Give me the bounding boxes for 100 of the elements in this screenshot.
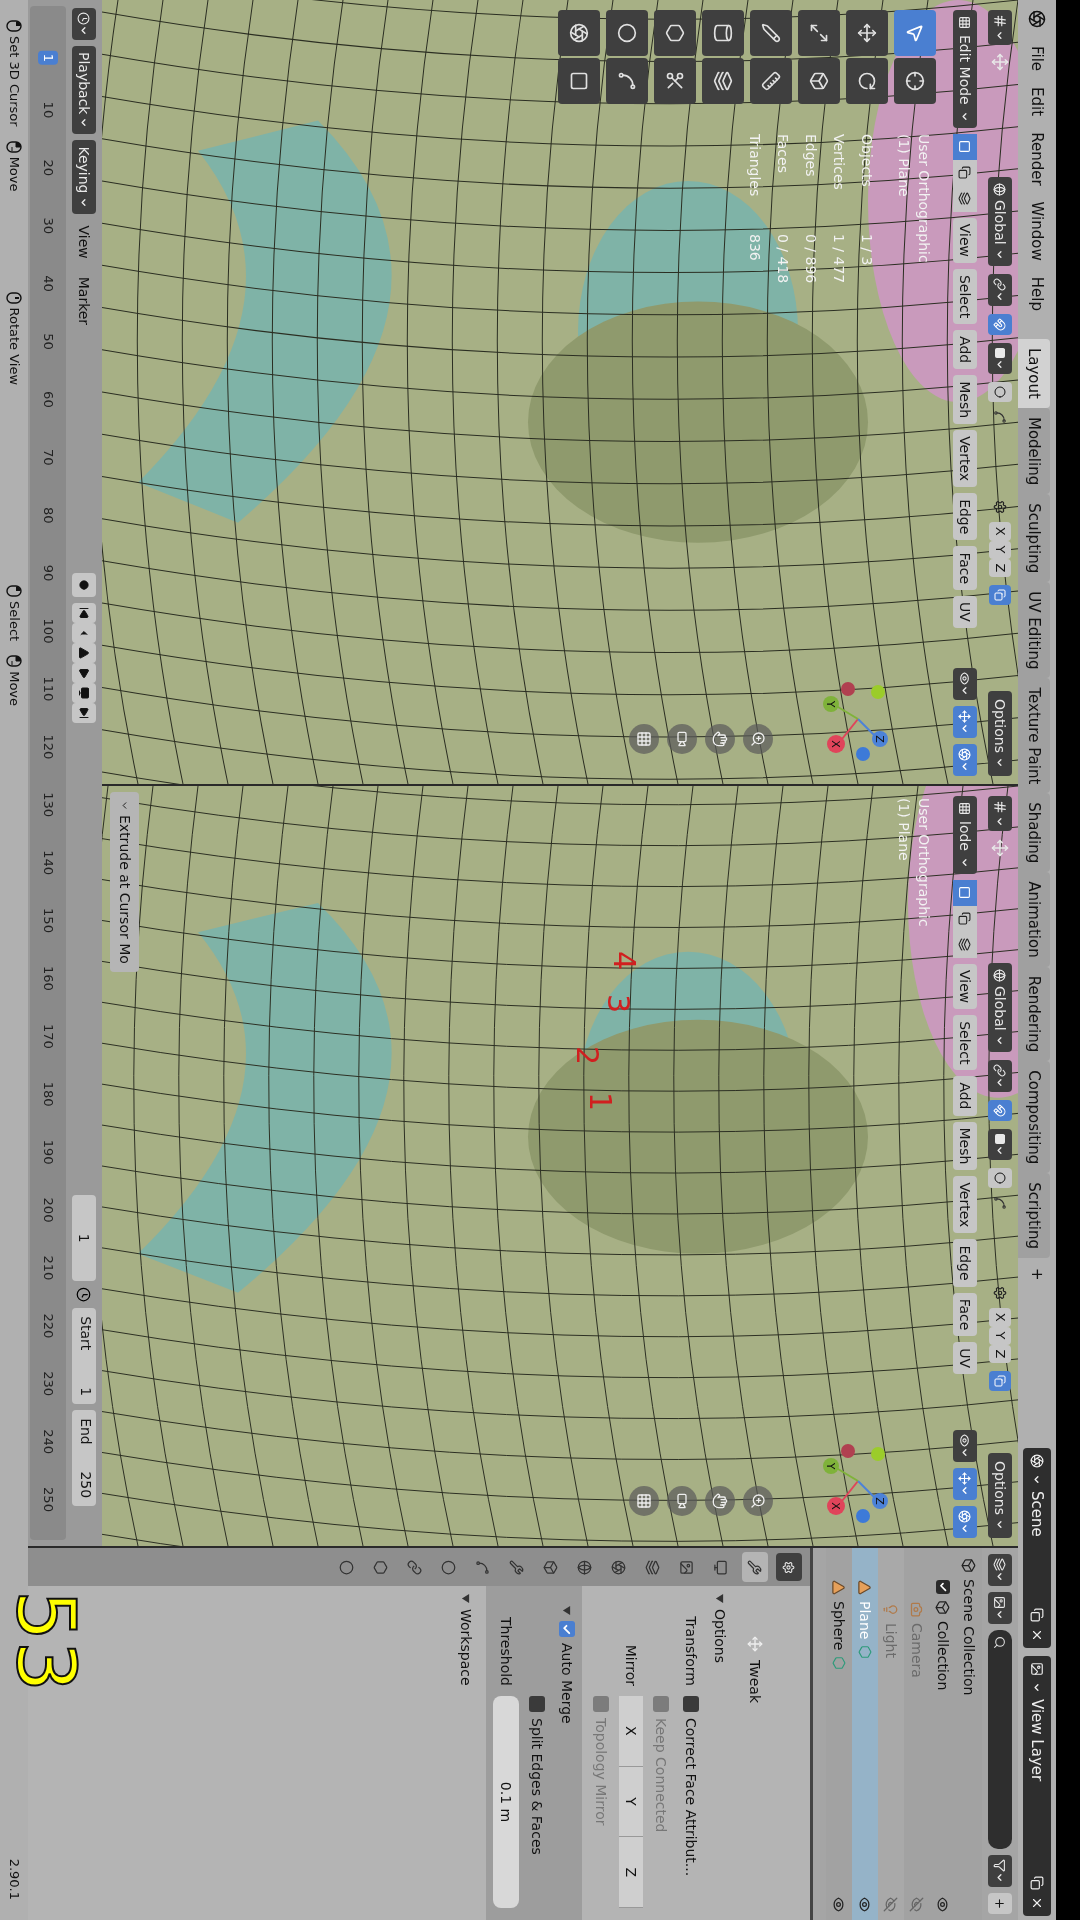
- end-frame-field[interactable]: End 250: [72, 1410, 96, 1507]
- workspace-tab[interactable]: Animation: [1018, 872, 1050, 967]
- header-menu[interactable]: Face: [953, 546, 977, 591]
- workspace-tab[interactable]: Compositing: [1018, 1061, 1050, 1174]
- timeline-menu[interactable]: Playback: [72, 46, 96, 135]
- annotation-number: 4: [609, 951, 639, 971]
- frame-ruler[interactable]: 1 10 20 30 40 50 60 70 80 90 100 110 120 130 140 150 160 170 180 190 200 210 220 230 240 250: [30, 6, 66, 1540]
- frame-number: 1: [38, 50, 58, 66]
- header-menu[interactable]: UV: [953, 596, 977, 628]
- start-frame-field[interactable]: Start 1: [72, 1308, 96, 1405]
- options-dropdown[interactable]: Options: [988, 690, 1012, 776]
- frame-number: 140: [40, 849, 57, 877]
- header-menu[interactable]: Select: [953, 268, 977, 325]
- current-frame-field[interactable]: 1: [72, 1195, 96, 1282]
- workspace-tab[interactable]: Sculpting: [1018, 494, 1050, 583]
- add-workspace-button[interactable]: +: [1025, 1258, 1049, 1291]
- mirror-axis-button[interactable]: Y: [619, 1766, 643, 1838]
- frame-number: 80: [40, 505, 57, 526]
- menu-item[interactable]: Edit: [1025, 79, 1049, 125]
- frame-number: 200: [40, 1196, 57, 1225]
- workspace-tab[interactable]: Texture Paint: [1018, 678, 1050, 794]
- frame-number: 230: [40, 1370, 57, 1399]
- frame-number: 50: [40, 332, 57, 352]
- orientation-dropdown[interactable]: Global: [988, 963, 1012, 1052]
- mirror-axis-button[interactable]: X: [619, 1696, 643, 1767]
- timeline-menu[interactable]: Keying: [72, 140, 96, 214]
- workspace-tab[interactable]: Modeling: [1018, 407, 1050, 495]
- axis-gizmo-drawing: X Y Z: [808, 1436, 908, 1526]
- mirror-axis-button[interactable]: Z: [619, 1837, 643, 1908]
- frame-number: 100: [40, 617, 57, 646]
- frame-number: 40: [40, 274, 57, 294]
- header-menu[interactable]: Mesh: [953, 1121, 977, 1171]
- header-menu[interactable]: Select: [953, 1015, 977, 1071]
- version-label: 2.90.1: [5, 1858, 23, 1900]
- mode-dropdown[interactable]: lode: [953, 796, 977, 874]
- mirror-axis-toggle[interactable]: Z: [989, 558, 1011, 578]
- workspace-tab[interactable]: UV Editing: [1018, 582, 1050, 679]
- header-menu[interactable]: Mesh: [953, 375, 977, 425]
- frame-number: 190: [40, 1138, 57, 1167]
- view-name-label: User Orthographic: [915, 134, 933, 265]
- status-hint: Rotate View: [5, 307, 23, 386]
- header-menu[interactable]: View: [953, 217, 977, 263]
- mode-dropdown[interactable]: Edit Mode: [953, 10, 977, 128]
- operator-panel[interactable]: Extrude at Cursor Mo: [110, 792, 139, 972]
- menu-item[interactable]: File: [1025, 38, 1049, 80]
- view-layer-selector[interactable]: View Layer: [1023, 1656, 1051, 1916]
- header-menu[interactable]: Edge: [953, 1239, 977, 1287]
- annotation-number: 1: [585, 1092, 615, 1112]
- annotation-number: 3: [603, 994, 633, 1014]
- frame-number: 240: [40, 1428, 57, 1456]
- active-object-label: (1) Plane: [895, 134, 913, 199]
- frame-number: 130: [40, 791, 57, 820]
- menu-item[interactable]: Render: [1025, 124, 1049, 194]
- workspace-tab[interactable]: Shading: [1018, 793, 1050, 873]
- frame-number: 210: [40, 1254, 57, 1283]
- menu-item[interactable]: Window: [1025, 193, 1049, 269]
- header-menu[interactable]: Vertex: [953, 1176, 977, 1234]
- header-menu[interactable]: Vertex: [953, 430, 977, 488]
- checkbox-label: Topology Mirror: [592, 1718, 611, 1826]
- group-label: Transform: [682, 1616, 701, 1686]
- scene-selector[interactable]: Scene: [1023, 1448, 1051, 1648]
- workspace-tab[interactable]: Layout: [1018, 338, 1050, 408]
- frame-number: 220: [40, 1312, 57, 1341]
- frame-number: 30: [40, 216, 57, 236]
- status-hint: Select: [5, 601, 23, 642]
- header-menu[interactable]: Add: [953, 1076, 977, 1116]
- header-menu[interactable]: Face: [953, 1292, 977, 1337]
- group-label: Mirror: [622, 1644, 641, 1686]
- section-title: Workspace: [457, 1609, 476, 1686]
- timeline-menu[interactable]: View: [72, 219, 96, 265]
- mirror-axis-toggle[interactable]: Y: [989, 540, 1011, 559]
- mirror-axis-toggle[interactable]: Y: [989, 1326, 1011, 1345]
- orientation-dropdown[interactable]: Global: [988, 177, 1012, 266]
- threshold-field[interactable]: 0.1 m: [493, 1696, 519, 1908]
- group-label: Threshold: [497, 1617, 516, 1686]
- workspace-tab[interactable]: Rendering: [1018, 966, 1050, 1062]
- mirror-axis-toggle[interactable]: Z: [989, 1344, 1011, 1364]
- stat-value: 836: [746, 234, 764, 261]
- checkbox-label: Keep Connected: [652, 1718, 671, 1833]
- subpanel-title: Auto Merge: [558, 1643, 577, 1724]
- status-hint: Move: [5, 156, 23, 192]
- outliner-item-label: Plane: [856, 1601, 875, 1640]
- menu-item[interactable]: Help: [1025, 268, 1049, 319]
- stat-value: 0 / 896: [802, 234, 820, 284]
- frame-number: 70: [40, 448, 57, 468]
- stat-value: 0 / 418: [774, 234, 792, 284]
- frame-number: 180: [40, 1080, 57, 1109]
- header-menu[interactable]: UV: [953, 1342, 977, 1375]
- timeline-menu[interactable]: Marker: [72, 270, 96, 332]
- frame-number: 10: [40, 100, 57, 121]
- stat-label: Edges: [802, 134, 820, 179]
- stat-label: Faces: [774, 134, 792, 175]
- header-menu[interactable]: View: [953, 963, 977, 1010]
- frame-number: 250: [40, 1486, 57, 1514]
- options-dropdown[interactable]: Options: [988, 1452, 1012, 1538]
- workspace-tab[interactable]: Scripting: [1018, 1173, 1050, 1259]
- stat-value: 1 / 477: [830, 234, 848, 284]
- header-menu[interactable]: Add: [953, 330, 977, 370]
- frame-number: 120: [40, 733, 57, 762]
- header-menu[interactable]: Edge: [953, 493, 977, 541]
